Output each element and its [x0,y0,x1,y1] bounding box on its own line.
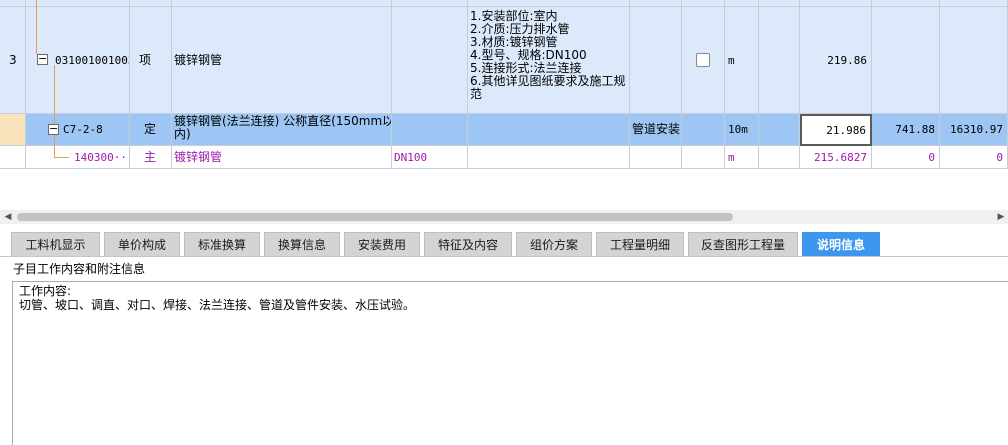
material-spec: DN100 [392,146,468,169]
quota-type: 定 [130,114,172,146]
quota-name-line: 镀锌钢管(法兰连接) 公称直径(150mm以 [174,114,392,128]
bill-grid: 3 031001001003 项 镀锌钢管 1.安装部位:室内 2.介质:压力排… [0,0,1008,210]
feature-line: 6.其他详见图纸要求及施工规 [470,74,626,88]
description-textarea[interactable]: 工作内容: 切管、坡口、调直、对口、焊接、法兰连接、管道及管件安装、水压试验。 [12,281,1008,445]
tab-unit-price[interactable]: 单价构成 [104,232,180,256]
quota-name-line: 内) [174,127,191,141]
tree-connector [54,135,55,158]
material-code-cell: 140300··· [26,146,130,169]
material-unit: m [725,146,759,169]
quota-code: C7-2-8 [63,123,103,136]
collapse-toggle-icon[interactable]: − [48,123,59,135]
tree-connector [36,0,37,54]
item-unit: m [725,7,759,114]
row-index: 3 [0,7,26,114]
horizontal-scrollbar[interactable]: ◀ ▶ [0,210,1008,224]
arrow-right-icon[interactable]: ▶ [994,210,1008,224]
tab-conversion-info[interactable]: 换算信息 [264,232,340,256]
tab-description[interactable]: 说明信息 [802,232,880,256]
item-checkbox[interactable] [696,53,710,67]
row-selector[interactable] [0,114,26,146]
quota-specialty: 管道安装 [630,114,682,146]
table-row-material[interactable]: 140300··· 主 镀锌钢管 DN100 m 215.6827 0 0 [0,146,1008,169]
tab-features-content[interactable]: 特征及内容 [424,232,512,256]
panel-title: 子目工作内容和附注信息 [13,262,146,276]
material-total: 0 [940,146,1008,169]
item-code: 031001001003 [55,53,130,67]
tab-standard-conversion[interactable]: 标准换算 [184,232,260,256]
tab-reverse-lookup[interactable]: 反查图形工程量 [688,232,798,256]
tree-connector [54,157,69,158]
material-code: 140300··· [74,150,130,164]
tab-quantity-detail[interactable]: 工程量明细 [596,232,684,256]
item-quantity[interactable]: 219.86 [800,7,872,114]
quota-code-cell: C7-2-8 [26,114,130,146]
tree-connector [54,65,55,124]
table-row-quota[interactable]: C7-2-8 定 镀锌钢管(法兰连接) 公称直径(150mm以 内) 管道安装 … [0,114,1008,146]
quota-total: 16310.97 [940,114,1008,146]
tab-pricing-plan[interactable]: 组价方案 [516,232,592,256]
detail-tabbar: 工料机显示 单价构成 标准换算 换算信息 安装费用 特征及内容 组价方案 工程量… [0,226,1008,257]
scrollbar-thumb[interactable] [17,213,733,221]
item-features: 1.安装部位:室内 2.介质:压力排水管 3.材质:镀锌钢管 4.型号、规格:D… [468,7,630,114]
item-type: 项 [130,7,172,114]
feature-line: 范 [470,87,483,101]
quota-name: 镀锌钢管(法兰连接) 公称直径(150mm以 内) [172,114,392,146]
table-row-bill-item[interactable]: 3 031001001003 项 镀锌钢管 1.安装部位:室内 2.介质:压力排… [0,7,1008,114]
tab-labor-material[interactable]: 工料机显示 [11,232,100,256]
material-unit-price: 0 [872,146,940,169]
material-quantity: 215.6827 [800,146,872,169]
item-name: 镀锌钢管 [172,7,392,114]
material-type: 主 [130,146,172,169]
arrow-left-icon[interactable]: ◀ [1,210,15,224]
quota-unit-price: 741.88 [872,114,940,146]
collapse-toggle-icon[interactable]: − [37,53,48,65]
tab-install-fee[interactable]: 安装费用 [344,232,420,256]
quota-quantity-input[interactable]: 21.986 [800,114,872,146]
material-name: 镀锌钢管 [172,146,392,169]
grid-row-partial [0,0,1008,7]
quota-unit: 10m [725,114,759,146]
